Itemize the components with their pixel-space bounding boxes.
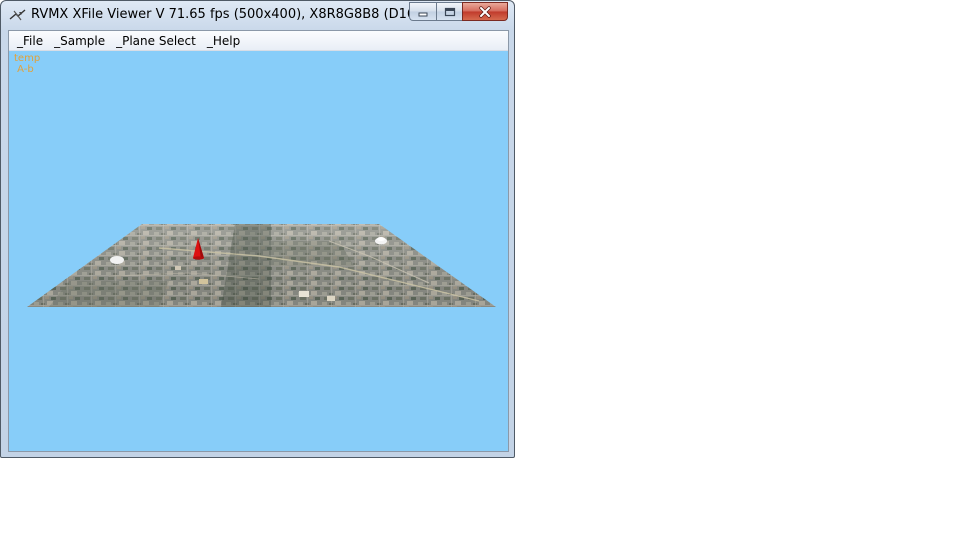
minimize-button[interactable] (409, 2, 436, 21)
app-icon (9, 9, 26, 21)
terrain-plane (27, 224, 496, 307)
close-icon (479, 5, 491, 18)
menu-plane-select[interactable]: _Plane Select (112, 34, 203, 48)
menu-help[interactable]: _Help (203, 34, 247, 48)
scene-render (27, 224, 496, 307)
menu-bar: _File _Sample _Plane Select _Help (9, 31, 508, 51)
menu-sample[interactable]: _Sample (50, 34, 112, 48)
app-window: RVMX XFile Viewer V 71.65 fps (500x400),… (0, 0, 515, 458)
title-bar[interactable]: RVMX XFile Viewer V 71.65 fps (500x400),… (1, 1, 514, 29)
maximize-button[interactable] (436, 2, 462, 21)
maximize-icon (444, 7, 455, 16)
minimize-icon (418, 12, 428, 16)
3d-viewport[interactable]: temp A-b (9, 51, 508, 451)
caption-buttons (409, 2, 508, 21)
client-area: _File _Sample _Plane Select _Help temp A… (8, 30, 509, 452)
menu-file[interactable]: _File (13, 34, 50, 48)
close-button[interactable] (462, 2, 508, 21)
window-title: RVMX XFile Viewer V 71.65 fps (500x400),… (31, 7, 421, 22)
